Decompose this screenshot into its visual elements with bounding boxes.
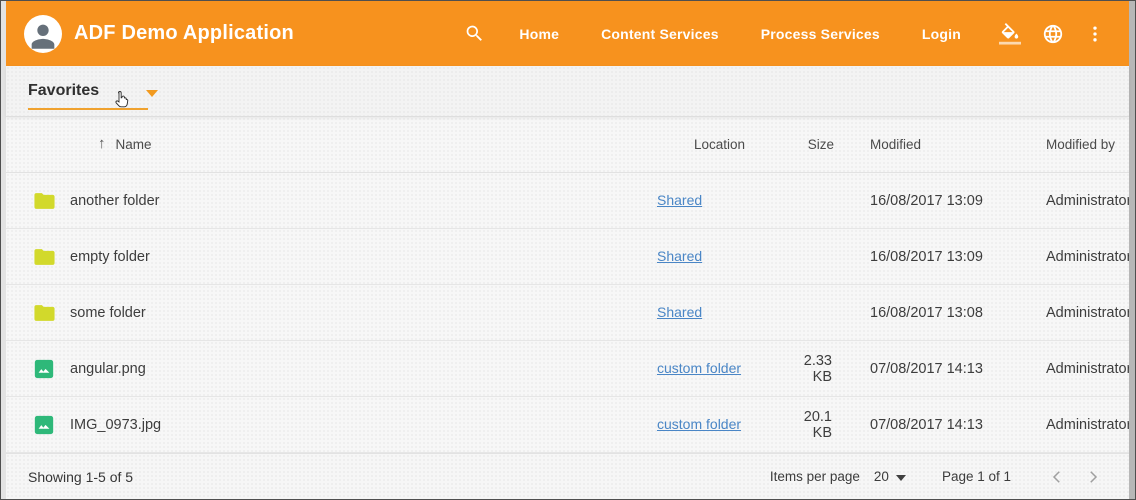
column-label: Name	[116, 137, 152, 152]
app-header: ADF Demo Application Home Content Servic…	[6, 1, 1129, 66]
modified-by: Administrator	[1024, 193, 1129, 209]
location-link[interactable]: custom folder	[657, 416, 741, 432]
modified-by: Administrator	[1024, 361, 1129, 377]
caret-down-icon	[896, 475, 906, 481]
language-globe-icon[interactable]	[1042, 23, 1064, 45]
location-link[interactable]: Shared	[657, 304, 702, 320]
modified-date: 16/08/2017 13:09	[844, 193, 1024, 209]
user-avatar-icon[interactable]	[24, 15, 62, 53]
items-per-page-select[interactable]: 20	[874, 469, 906, 484]
chevron-left-icon	[1048, 468, 1066, 486]
chevron-right-icon	[1084, 468, 1102, 486]
active-view-underline	[28, 108, 148, 110]
nav-item-home[interactable]: Home	[519, 26, 559, 42]
table-row[interactable]: angular.png custom folder 2.33 KB 07/08/…	[6, 341, 1129, 397]
document-list: ↑ Name Location Size Modified Modified b…	[6, 117, 1129, 499]
nav-item-login[interactable]: Login	[922, 26, 961, 42]
modified-date: 07/08/2017 14:13	[844, 361, 1024, 377]
table-row[interactable]: some folder Shared 16/08/2017 13:08 Admi…	[6, 285, 1129, 341]
file-size: 20.1 KB	[782, 409, 844, 441]
folder-icon	[34, 248, 55, 266]
image-file-icon	[34, 415, 54, 435]
items-per-page-label: Items per page	[770, 469, 860, 484]
folder-icon	[34, 304, 55, 322]
column-header-modified[interactable]: Modified	[844, 137, 1024, 152]
image-file-icon	[34, 359, 54, 379]
column-header-modified-by[interactable]: Modified by	[1024, 137, 1129, 152]
view-switcher-dropdown[interactable]: Favorites	[28, 66, 158, 116]
person-icon	[26, 19, 60, 53]
app-title: ADF Demo Application	[74, 22, 294, 45]
column-header-size[interactable]: Size	[782, 137, 844, 152]
window-right-border	[1129, 1, 1135, 499]
items-per-page-value: 20	[874, 469, 889, 484]
modified-by: Administrator	[1024, 249, 1129, 265]
modified-date: 07/08/2017 14:13	[844, 417, 1024, 433]
main-nav: Home Content Services Process Services L…	[519, 26, 961, 42]
location-link[interactable]: custom folder	[657, 360, 741, 376]
file-name: IMG_0973.jpg	[70, 417, 657, 433]
location-link[interactable]: Shared	[657, 192, 702, 208]
search-icon[interactable]	[464, 23, 485, 44]
document-list-toolbar: Favorites	[6, 66, 1129, 117]
theme-color-fill-icon[interactable]	[999, 23, 1021, 45]
table-row[interactable]: another folder Shared 16/08/2017 13:09 A…	[6, 173, 1129, 229]
app-window: ADF Demo Application Home Content Servic…	[0, 0, 1136, 500]
more-vertical-icon[interactable]	[1085, 24, 1105, 44]
previous-page-button[interactable]	[1045, 465, 1069, 489]
modified-by: Administrator	[1024, 305, 1129, 321]
column-header-name[interactable]: ↑ Name	[70, 136, 657, 153]
range-label: Showing 1-5 of 5	[28, 469, 133, 485]
nav-item-process-services[interactable]: Process Services	[761, 26, 880, 42]
file-name: angular.png	[70, 361, 657, 377]
next-page-button[interactable]	[1081, 465, 1105, 489]
column-header-location[interactable]: Location	[657, 137, 782, 152]
nav-item-content-services[interactable]: Content Services	[601, 26, 719, 42]
modified-date: 16/08/2017 13:08	[844, 305, 1024, 321]
caret-down-icon	[146, 90, 158, 97]
table-header-row: ↑ Name Location Size Modified Modified b…	[6, 117, 1129, 173]
folder-icon	[34, 192, 55, 210]
location-link[interactable]: Shared	[657, 248, 702, 264]
table-row[interactable]: empty folder Shared 16/08/2017 13:09 Adm…	[6, 229, 1129, 285]
paginator: Showing 1-5 of 5 Items per page 20 Page …	[6, 453, 1129, 499]
file-size: 2.33 KB	[782, 353, 844, 385]
file-name: another folder	[70, 193, 657, 209]
page-status: Page 1 of 1	[942, 469, 1011, 484]
sort-ascending-icon: ↑	[98, 135, 106, 152]
table-row[interactable]: IMG_0973.jpg custom folder 20.1 KB 07/08…	[6, 397, 1129, 453]
file-name: empty folder	[70, 249, 657, 265]
selected-view-label: Favorites	[28, 82, 99, 100]
modified-date: 16/08/2017 13:09	[844, 249, 1024, 265]
modified-by: Administrator	[1024, 417, 1129, 433]
file-name: some folder	[70, 305, 657, 321]
